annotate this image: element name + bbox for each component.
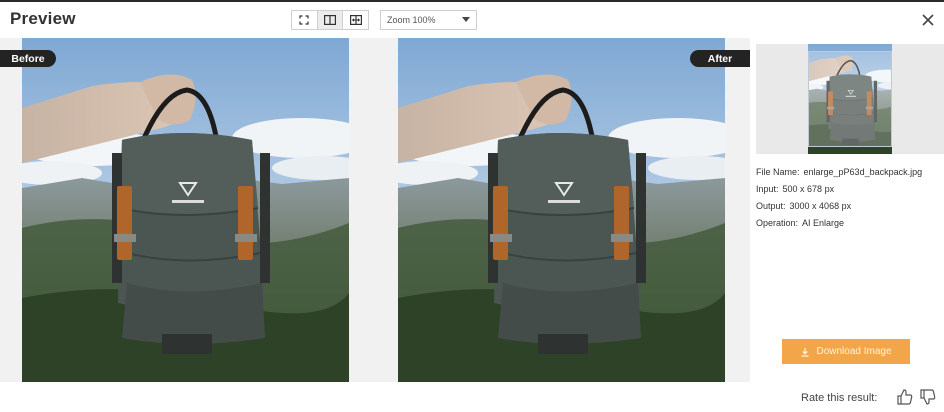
rate-label: Rate this result: [801, 392, 878, 404]
output-value: 3000 x 4068 px [789, 201, 852, 211]
compare-slider-icon [349, 15, 362, 25]
viewport-frame[interactable] [808, 51, 892, 147]
file-name-row: File Name: enlarge_pP63d_backpack.jpg [756, 164, 940, 181]
output-row: Output: 3000 x 4068 px [756, 198, 940, 215]
file-name-value: enlarge_pP63d_backpack.jpg [803, 167, 923, 177]
view-mode-toggle [291, 10, 369, 30]
input-value: 500 x 678 px [782, 184, 835, 194]
download-icon [801, 347, 809, 357]
compare-slider-button[interactable] [343, 11, 368, 29]
operation-label: Operation: [756, 218, 799, 228]
file-name-label: File Name: [756, 167, 800, 177]
fullscreen-button[interactable] [292, 11, 318, 29]
backpack-photo [22, 38, 349, 382]
navigator-thumbnail[interactable] [756, 44, 944, 154]
preview-header: Preview Zoom 100% [0, 2, 944, 38]
operation-row: Operation: AI Enlarge [756, 215, 940, 232]
operation-value: AI Enlarge [802, 218, 845, 228]
close-button[interactable] [918, 10, 938, 30]
before-label: Before [0, 50, 56, 67]
download-image-button[interactable]: Download Image [782, 339, 910, 364]
input-label: Input: [756, 184, 779, 194]
thumbs-up-button[interactable] [896, 388, 914, 406]
split-view-button[interactable] [317, 11, 344, 29]
thumbs-up-icon [897, 389, 913, 405]
file-info: File Name: enlarge_pP63d_backpack.jpg Inp… [756, 164, 940, 232]
backpack-photo [398, 38, 725, 382]
after-label: After [690, 50, 750, 67]
before-image [22, 38, 349, 382]
zoom-value: Zoom 100% [387, 15, 436, 25]
close-icon [922, 14, 934, 26]
split-view-icon [324, 15, 336, 25]
chevron-down-icon [462, 17, 470, 22]
thumbs-down-button[interactable] [919, 388, 937, 406]
details-panel: File Name: enlarge_pP63d_backpack.jpg Inp… [750, 38, 944, 382]
input-row: Input: 500 x 678 px [756, 181, 940, 198]
output-label: Output: [756, 201, 786, 211]
thumbs-down-icon [920, 389, 936, 405]
comparison-stage: Before After [0, 38, 750, 382]
after-image [398, 38, 725, 382]
fullscreen-icon [299, 15, 309, 25]
download-label: Download Image [816, 346, 892, 357]
zoom-select[interactable]: Zoom 100% [380, 10, 477, 30]
rating-bar: Rate this result: [0, 382, 944, 412]
page-title: Preview [10, 9, 76, 28]
